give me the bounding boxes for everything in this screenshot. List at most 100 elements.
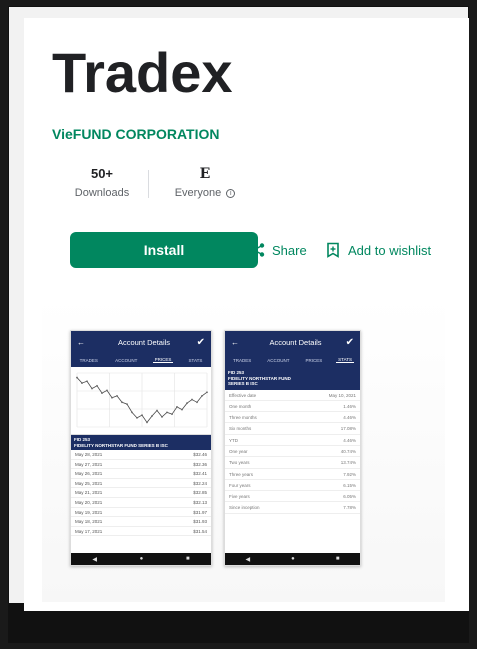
price-value: $31.93 <box>193 519 207 525</box>
price-point <box>206 391 208 394</box>
stat-row: YTD 4.46% <box>225 435 360 446</box>
stat-row-label: Two years <box>229 460 250 466</box>
phone-tabs: TRADES ACCOUNT PRICES STATS <box>71 353 211 367</box>
stat-row-label: Five years <box>229 494 250 500</box>
price-point <box>101 392 103 395</box>
price-point <box>161 416 163 418</box>
price-point <box>131 411 133 414</box>
stat-row-label: YTD <box>229 437 238 443</box>
price-point <box>186 402 188 405</box>
wishlist-label: Add to wishlist <box>348 242 432 258</box>
price-point <box>121 401 123 404</box>
price-point <box>76 376 78 379</box>
price-point <box>176 405 178 408</box>
tab-prices: PRICES <box>305 357 323 363</box>
price-point <box>126 403 128 406</box>
phone-tabs: TRADES ACCOUNT PRICES STATS <box>225 353 360 367</box>
stat-row: Six months 17.08% <box>225 423 360 435</box>
price-row: May 28, 2021 $32.46 <box>71 450 211 460</box>
price-point <box>86 380 88 383</box>
price-point <box>191 398 193 401</box>
content-rating-stat[interactable]: E Everyone i <box>150 165 260 199</box>
stat-row-value: 4.46% <box>343 415 356 421</box>
stat-row-label: One month <box>229 403 252 409</box>
price-point <box>166 411 168 414</box>
nav-home-icon: ● <box>291 556 295 562</box>
stat-row-label: Since inception <box>229 505 260 511</box>
wishlist-button[interactable]: Add to wishlist <box>326 240 431 260</box>
price-date: May 25, 2021 <box>75 480 103 486</box>
price-point <box>151 415 153 417</box>
stat-row-label: Three years <box>229 471 254 477</box>
downloads-label: Downloads <box>74 187 130 199</box>
share-icon <box>251 243 265 257</box>
fund-name-bar: FID 253 FIDELITY NORTHSTAR FUND SERIES B… <box>71 435 211 450</box>
price-point <box>201 394 203 397</box>
downloads-count: 50+ <box>90 166 114 181</box>
price-date: May 17, 2021 <box>75 528 103 534</box>
info-icon[interactable]: i <box>226 189 236 198</box>
nav-back-icon: ◀ <box>245 556 251 563</box>
back-arrow-icon: ← <box>231 337 239 347</box>
install-button[interactable]: Install <box>70 232 258 268</box>
nav-back-icon: ◀ <box>92 556 97 563</box>
price-point <box>91 387 93 390</box>
stat-row: Three months 4.46% <box>225 412 360 424</box>
price-row: May 27, 2021 $32.36 <box>71 460 211 470</box>
price-point <box>111 396 113 399</box>
downloads-stat: 50+ Downloads <box>62 165 142 199</box>
developer-link[interactable]: VieFUND CORPORATION <box>52 126 220 142</box>
price-point <box>181 408 183 411</box>
stat-row-value: 13.74% <box>340 460 356 466</box>
stat-row-value: 6.15% <box>343 482 356 488</box>
stat-row: One month 1.46% <box>225 401 360 413</box>
price-point <box>96 384 98 387</box>
price-chart <box>71 367 211 435</box>
price-date: May 21, 2021 <box>75 490 103 496</box>
fund-name-bar: FID 253 FIDELITY NORTHSTAR FUND SERIES B… <box>225 367 360 390</box>
price-date: May 28, 2021 <box>75 452 103 457</box>
stat-row-value: 6.05% <box>343 494 356 500</box>
price-date: May 27, 2021 <box>75 461 103 467</box>
phone-header: ← Account Details ✔ <box>225 331 360 353</box>
fund-name: FIDELITY NORTHSTAR FUND SERIES B ISC <box>74 442 168 448</box>
share-button[interactable]: Share <box>250 240 307 260</box>
stat-row-value: 1.46% <box>343 403 356 409</box>
price-point <box>196 401 198 404</box>
price-row: May 26, 2021 $32.41 <box>71 469 211 479</box>
price-date: May 19, 2021 <box>75 509 103 515</box>
stat-row-value: 40.74% <box>340 448 356 454</box>
stat-row-value: 7.92% <box>343 471 356 477</box>
android-nav-bar: ◀ ● ■ <box>71 553 211 565</box>
price-value: $31.54 <box>193 528 207 534</box>
stat-row: Three years 7.92% <box>225 469 360 480</box>
price-row: May 17, 2021 $31.54 <box>71 527 211 537</box>
esrb-everyone-icon: E <box>199 166 211 182</box>
price-value: $32.41 <box>193 471 207 477</box>
back-arrow-icon: ← <box>77 337 85 347</box>
rating-label: Everyone <box>174 187 222 199</box>
stat-row-value: 17.08% <box>340 426 356 432</box>
tab-account: ACCOUNT <box>115 357 138 363</box>
screenshot-prices[interactable]: ← Account Details ✔ TRADES ACCOUNT PRICE… <box>70 330 212 566</box>
price-point <box>136 416 138 419</box>
tab-trades: TRADES <box>79 357 98 363</box>
stat-row-label: One year <box>229 448 248 454</box>
price-value: $32.46 <box>193 452 207 457</box>
price-point <box>171 413 173 416</box>
fund-series: SERIES B ISC <box>228 381 258 386</box>
price-point <box>146 421 148 424</box>
price-date: May 20, 2021 <box>75 499 103 505</box>
price-point <box>106 389 108 392</box>
check-icon: ✔ <box>345 336 354 348</box>
stat-row: Two years 13.74% <box>225 457 360 469</box>
price-value: $31.97 <box>193 509 207 515</box>
price-row: May 18, 2021 $31.93 <box>71 517 211 527</box>
price-value: $32.13 <box>193 499 207 505</box>
stat-row-value: 4.46% <box>343 437 356 443</box>
app-title: Tradex <box>52 41 233 104</box>
screenshot-stats[interactable]: ← Account Details ✔ TRADES ACCOUNT PRICE… <box>224 330 361 566</box>
bookmark-add-icon <box>327 242 339 258</box>
price-row: May 21, 2021 $32.85 <box>71 488 211 498</box>
stat-row-label: Six months <box>229 426 252 432</box>
